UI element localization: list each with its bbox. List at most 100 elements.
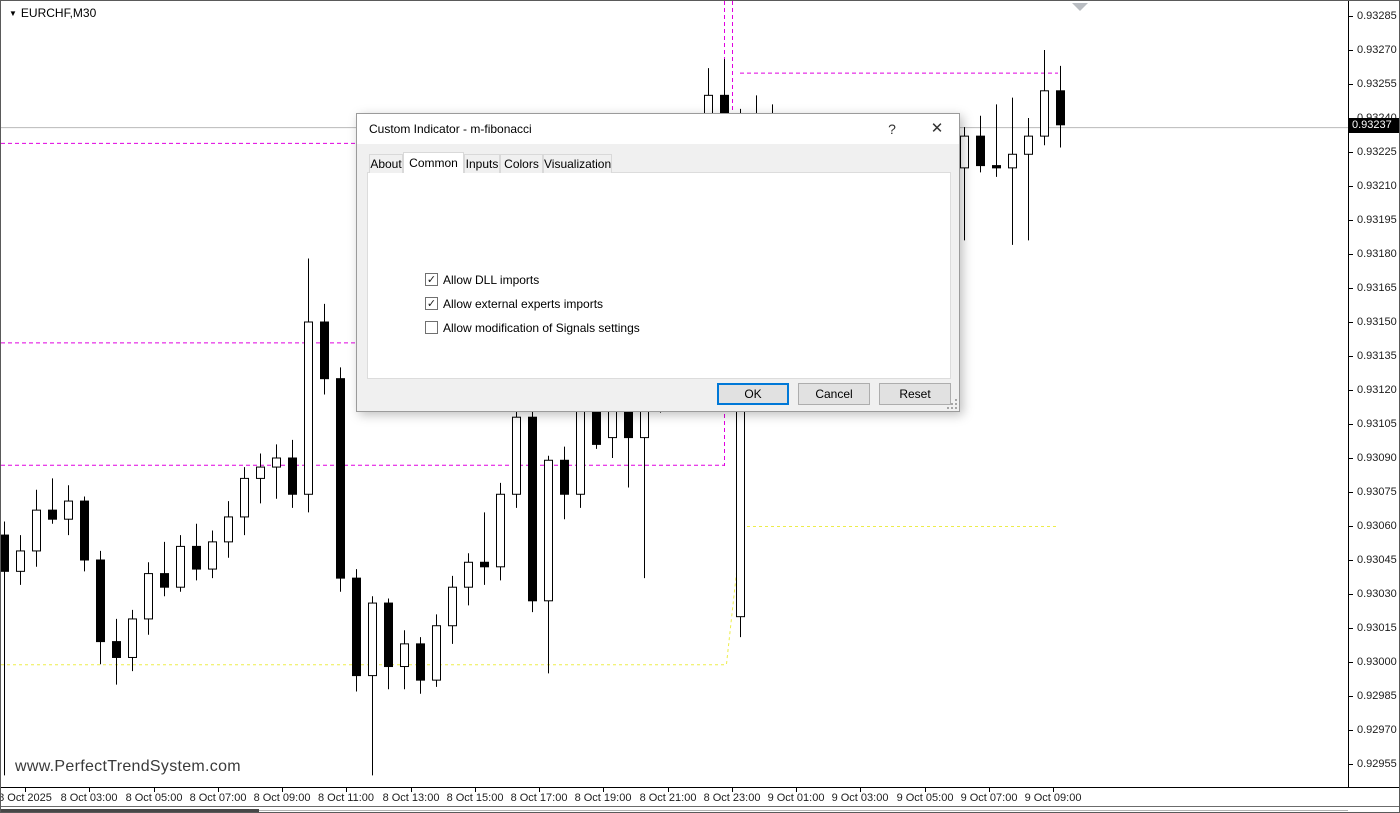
price-tick bbox=[1349, 356, 1353, 357]
price-tick bbox=[1349, 186, 1353, 187]
price-axis-label: 0.93270 bbox=[1357, 44, 1397, 56]
candle-body bbox=[177, 546, 185, 587]
symbol-timeframe-label: ▼EURCHF,M30 bbox=[9, 6, 96, 20]
cancel-button[interactable]: Cancel bbox=[798, 383, 870, 405]
time-axis-label: 8 Oct 09:00 bbox=[254, 792, 311, 804]
allow-signals-modification-checkbox[interactable] bbox=[425, 321, 438, 334]
allow-external-experts-checkbox[interactable]: ✓ bbox=[425, 297, 438, 310]
time-axis-label: 9 Oct 05:00 bbox=[897, 792, 954, 804]
price-axis-label: 0.93090 bbox=[1357, 452, 1397, 464]
price-axis-label: 0.92955 bbox=[1357, 758, 1397, 770]
tab-visualization[interactable]: Visualization bbox=[543, 154, 612, 173]
chart-shift-triangle-icon[interactable] bbox=[1072, 3, 1088, 11]
tab-common[interactable]: Common bbox=[403, 152, 464, 173]
candle-body bbox=[65, 501, 73, 519]
candle-body bbox=[1009, 154, 1017, 168]
candle-body bbox=[993, 166, 1001, 168]
time-axis-separator bbox=[1, 787, 1400, 788]
tab-inputs[interactable]: Inputs bbox=[464, 154, 500, 173]
candle-body bbox=[449, 587, 457, 626]
candle-body bbox=[545, 460, 553, 601]
price-tick bbox=[1349, 628, 1353, 629]
price-tick bbox=[1349, 322, 1353, 323]
price-tick bbox=[1349, 560, 1353, 561]
candle-body bbox=[1041, 91, 1049, 136]
price-tick bbox=[1349, 458, 1353, 459]
candle-body bbox=[417, 644, 425, 680]
price-axis-label: 0.93015 bbox=[1357, 622, 1397, 634]
price-tick bbox=[1349, 662, 1353, 663]
price-tick bbox=[1349, 424, 1353, 425]
candle-body bbox=[337, 379, 345, 578]
candle-body bbox=[193, 546, 201, 569]
price-tick bbox=[1349, 288, 1353, 289]
candle-body bbox=[209, 542, 217, 569]
candle-body bbox=[353, 578, 361, 675]
reset-button[interactable]: Reset bbox=[879, 383, 951, 405]
candle-body bbox=[273, 458, 281, 467]
price-axis-label: 0.92985 bbox=[1357, 690, 1397, 702]
price-axis-label: 0.93045 bbox=[1357, 554, 1397, 566]
resize-grip[interactable] bbox=[947, 399, 957, 409]
price-tick bbox=[1349, 50, 1353, 51]
candle-body bbox=[17, 551, 25, 571]
price-axis-label: 0.93135 bbox=[1357, 350, 1397, 362]
time-axis-label: 9 Oct 09:00 bbox=[1025, 792, 1082, 804]
symbol-dropdown-icon: ▼ bbox=[9, 9, 17, 18]
candle-body bbox=[1025, 136, 1033, 154]
candle-body bbox=[97, 560, 105, 642]
price-axis-label: 0.93180 bbox=[1357, 248, 1397, 260]
price-tick bbox=[1349, 254, 1353, 255]
candle-body bbox=[321, 322, 329, 379]
price-axis-label: 0.93000 bbox=[1357, 656, 1397, 668]
price-tick bbox=[1349, 84, 1353, 85]
time-axis-label: 8 Oct 19:00 bbox=[575, 792, 632, 804]
time-axis-label: 8 Oct 11:00 bbox=[318, 792, 374, 804]
price-axis-label: 0.93225 bbox=[1357, 146, 1397, 158]
candle-body bbox=[401, 644, 409, 667]
candle-body bbox=[529, 417, 537, 601]
candle-body bbox=[481, 562, 489, 567]
price-tick bbox=[1349, 492, 1353, 493]
candle-body bbox=[241, 478, 249, 517]
price-axis-label: 0.93165 bbox=[1357, 282, 1397, 294]
scrollbar-thumb[interactable] bbox=[1, 809, 259, 813]
allow-dll-imports-checkbox[interactable]: ✓ bbox=[425, 273, 438, 286]
watermark-text: www.PerfectTrendSystem.com bbox=[15, 758, 241, 776]
time-axis-label: 8 Oct 23:00 bbox=[704, 792, 761, 804]
help-button[interactable]: ? bbox=[875, 114, 909, 144]
price-tick bbox=[1349, 696, 1353, 697]
price-axis-label: 0.93210 bbox=[1357, 180, 1397, 192]
horizontal-scrollbar bbox=[1, 806, 1400, 813]
time-axis-label: 9 Oct 07:00 bbox=[961, 792, 1018, 804]
close-icon[interactable]: ✕ bbox=[919, 114, 955, 144]
time-axis-label: 8 Oct 07:00 bbox=[190, 792, 247, 804]
candle-body bbox=[513, 417, 521, 494]
price-tick bbox=[1349, 764, 1353, 765]
current-price-tag: 0.93237 bbox=[1349, 118, 1399, 133]
tab-colors[interactable]: Colors bbox=[500, 154, 543, 173]
candle-body bbox=[113, 642, 121, 658]
price-axis-label: 0.92970 bbox=[1357, 724, 1397, 736]
price-axis-label: 0.93060 bbox=[1357, 520, 1397, 532]
time-axis-label: 8 Oct 21:00 bbox=[640, 792, 697, 804]
time-axis-label: 8 Oct 03:00 bbox=[61, 792, 118, 804]
price-axis-label: 0.93285 bbox=[1357, 10, 1397, 22]
scrollbar-track[interactable] bbox=[259, 810, 1348, 811]
ok-button[interactable]: OK bbox=[717, 383, 789, 405]
candle-body bbox=[977, 136, 985, 165]
candle-body bbox=[305, 322, 313, 494]
candle-body bbox=[369, 603, 377, 676]
time-axis-label: 8 Oct 17:00 bbox=[511, 792, 568, 804]
candle-body bbox=[257, 467, 265, 478]
candle-body bbox=[33, 510, 41, 551]
candle-body bbox=[145, 574, 153, 619]
candle-body bbox=[81, 501, 89, 560]
price-tick bbox=[1349, 730, 1353, 731]
checkbox-label: Allow external experts imports bbox=[443, 297, 603, 311]
candle-body bbox=[577, 401, 585, 494]
dialog-titlebar[interactable]: Custom Indicator - m-fibonacci ? ✕ bbox=[357, 114, 959, 144]
time-axis-label: 8 Oct 13:00 bbox=[383, 792, 440, 804]
tab-about[interactable]: About bbox=[369, 154, 403, 173]
time-axis-label: 9 Oct 01:00 bbox=[768, 792, 825, 804]
